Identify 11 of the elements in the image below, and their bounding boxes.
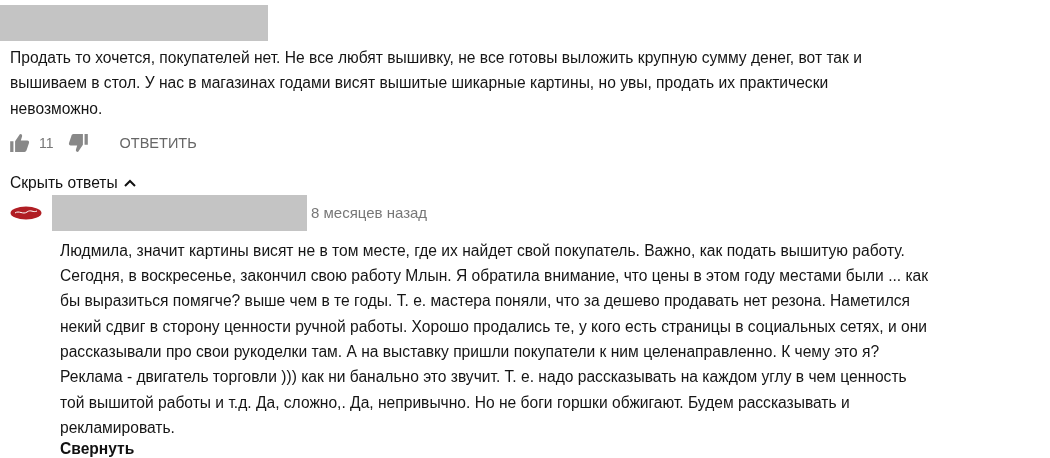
reply-button[interactable]: ОТВЕТИТЬ bbox=[119, 134, 197, 151]
collapse-button[interactable]: Свернуть bbox=[60, 440, 135, 458]
hide-replies-button[interactable]: Скрыть ответы bbox=[10, 173, 136, 192]
reply-time: 8 месяцев назад bbox=[311, 204, 428, 222]
avatar-icon bbox=[10, 205, 42, 220]
thumbs-down-icon[interactable] bbox=[67, 133, 88, 152]
like-count: 11 bbox=[39, 134, 54, 151]
thumbs-up-icon[interactable] bbox=[10, 133, 30, 152]
comment-text: Продать то хочется, покупателей нет. Не все любят вышивку, не все готовы выложить крупную сумму денег, вот так и вышиваем в стол. У нас в магазинах годами висят вышитые шикарные картины, но увы, продать их практически невозможно. bbox=[10, 48, 863, 119]
chevron-up-icon bbox=[123, 178, 136, 187]
reply-text: Людмила, значит картины висят не в том месте, где их найдет свой покупатель. Важно, как подать вышитую работу. Сегодня, в воскресенье, закончил свою работу Млын. Я обратила внимание, что цены в этом году местами были ... как бы выразиться помягче? выше чем в те годы. Т. е. мастера поняли, что за дешево продавать нет резона. Наметился некий сдвиг в сторону ценности ручной работы. Хорошо продались те, у кого есть страницы в социальных сетях, и они рассказывали про свои рукоделки там. А на выставку пришли покупатели к ним целенаправленно. К чему это я? Реклама - двигатель торговли ))) как ни банально это звучит. Т. е. надо рассказывать на каждом углу в чем ценность той вышитой работы и т.д. Да, сложно,. Да, непривычно. Но не боги горшки обжигают. Будем рассказывать и рекламировать. bbox=[60, 240, 930, 438]
